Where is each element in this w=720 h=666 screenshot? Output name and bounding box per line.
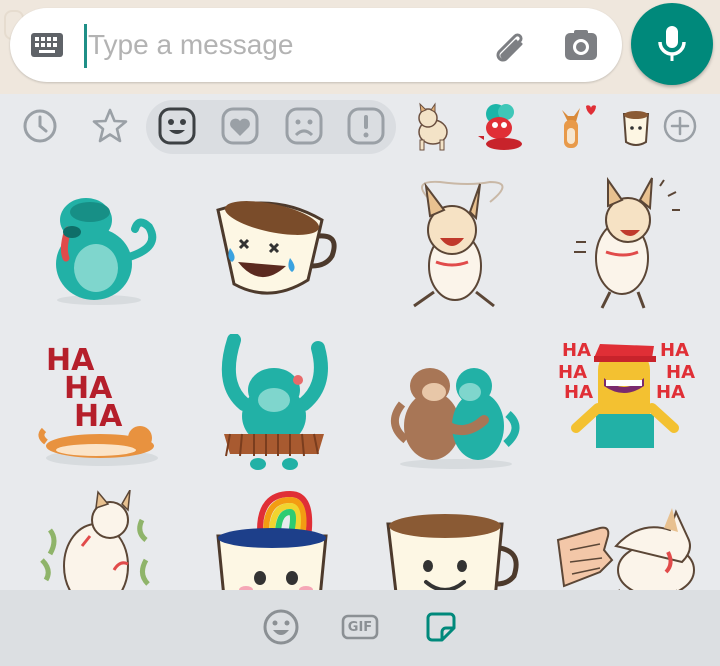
text-cursor (84, 24, 87, 68)
haha-text: HA (666, 362, 695, 383)
message-input-pill[interactable] (10, 8, 622, 82)
sticker-grid: HA HA HA HA HA HA HA HA HA (0, 160, 720, 590)
emoji-icon[interactable] (262, 608, 300, 646)
mic-button[interactable] (631, 3, 713, 85)
rolling-dog-sticker[interactable] (24, 489, 174, 590)
haha-text: HA (564, 382, 593, 403)
smiling-cup-sticker[interactable] (380, 490, 530, 590)
sad-face-icon[interactable] (284, 106, 324, 146)
haha-laughing-guy-sticker[interactable]: HA HA HA HA HA HA (556, 334, 706, 474)
monkey-tongue-sticker[interactable] (24, 172, 174, 312)
bottom-panel-bar: GIF (0, 590, 720, 666)
sticker-category-bar (0, 94, 720, 160)
haha-dog-sticker[interactable]: HA HA HA (24, 334, 174, 474)
keyboard-icon[interactable] (30, 29, 64, 61)
fox-heart-thumbnail[interactable] (546, 100, 600, 154)
microphone-icon (658, 26, 686, 61)
haha-text: HA (660, 340, 689, 361)
star-icon[interactable] (90, 106, 130, 146)
shiba-dog-thumbnail[interactable] (406, 100, 460, 154)
message-input[interactable] (88, 22, 468, 68)
add-pack-icon[interactable] (660, 106, 700, 146)
dancing-monkey-sticker[interactable] (200, 333, 350, 474)
clock-icon[interactable] (20, 106, 60, 146)
excited-shiba-sticker[interactable] (556, 172, 706, 312)
compose-area (0, 0, 720, 94)
hand-dog-sticker[interactable] (556, 490, 706, 590)
gif-label: GIF (347, 619, 373, 635)
camera-icon[interactable] (563, 28, 599, 64)
haha-text: HA (562, 340, 591, 361)
exclamation-face-icon[interactable] (346, 106, 386, 146)
gif-button[interactable]: GIF (341, 608, 379, 646)
sticker-icon[interactable] (422, 608, 460, 646)
rainbow-cup-sticker[interactable] (200, 490, 350, 590)
haha-text: HA (656, 382, 685, 403)
crying-laughing-cup-sticker[interactable] (200, 172, 350, 312)
smiley-face-icon[interactable] (157, 106, 197, 146)
haha-text: HA (74, 399, 123, 434)
paperclip-icon[interactable] (488, 26, 528, 66)
monkeys-hug-sticker[interactable] (380, 334, 530, 474)
happy-shiba-sticker[interactable] (380, 172, 530, 312)
haha-text: HA (558, 362, 587, 383)
heart-face-icon[interactable] (220, 106, 260, 146)
red-bird-thumbnail[interactable] (474, 100, 528, 154)
